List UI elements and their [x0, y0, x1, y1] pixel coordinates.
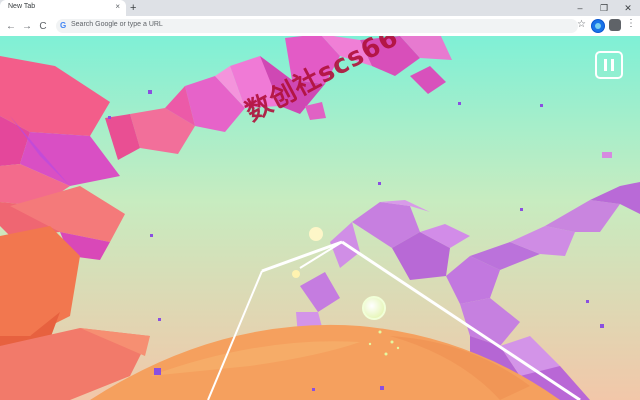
extension-globe-icon[interactable]: [591, 19, 605, 33]
google-icon: G: [60, 21, 67, 30]
tab-title: New Tab: [8, 3, 36, 10]
minimize-button[interactable]: –: [568, 0, 592, 16]
tab-strip: New Tab × + – ❐ ✕: [0, 0, 640, 16]
browser-menu-icon[interactable]: ⋮: [626, 18, 636, 29]
pause-button[interactable]: [595, 51, 623, 79]
back-button[interactable]: ←: [4, 19, 18, 33]
game-viewport[interactable]: 数创社scs66: [0, 36, 640, 400]
tab-new-tab[interactable]: New Tab ×: [0, 0, 126, 16]
bookmark-star-icon[interactable]: ☆: [577, 19, 586, 30]
orb-small: [309, 227, 323, 241]
address-placeholder: Search Google or type a URL: [71, 21, 163, 28]
pause-icon: [604, 59, 607, 71]
tab-close-button[interactable]: ×: [115, 2, 120, 12]
forward-button[interactable]: →: [20, 19, 34, 33]
player-orb: [362, 296, 386, 320]
extensions-puzzle-icon[interactable]: [609, 19, 621, 31]
reload-button[interactable]: C: [36, 19, 50, 33]
browser-toolbar: ← → C G Search Google or type a URL: [0, 16, 640, 36]
new-tab-button[interactable]: +: [130, 1, 136, 15]
pause-icon-bar: [611, 59, 614, 71]
address-bar[interactable]: G Search Google or type a URL: [56, 19, 578, 33]
restore-button[interactable]: ❐: [592, 0, 616, 16]
close-window-button[interactable]: ✕: [616, 0, 640, 16]
orb-tiny: [292, 270, 300, 278]
window-controls: – ❐ ✕: [568, 0, 640, 16]
